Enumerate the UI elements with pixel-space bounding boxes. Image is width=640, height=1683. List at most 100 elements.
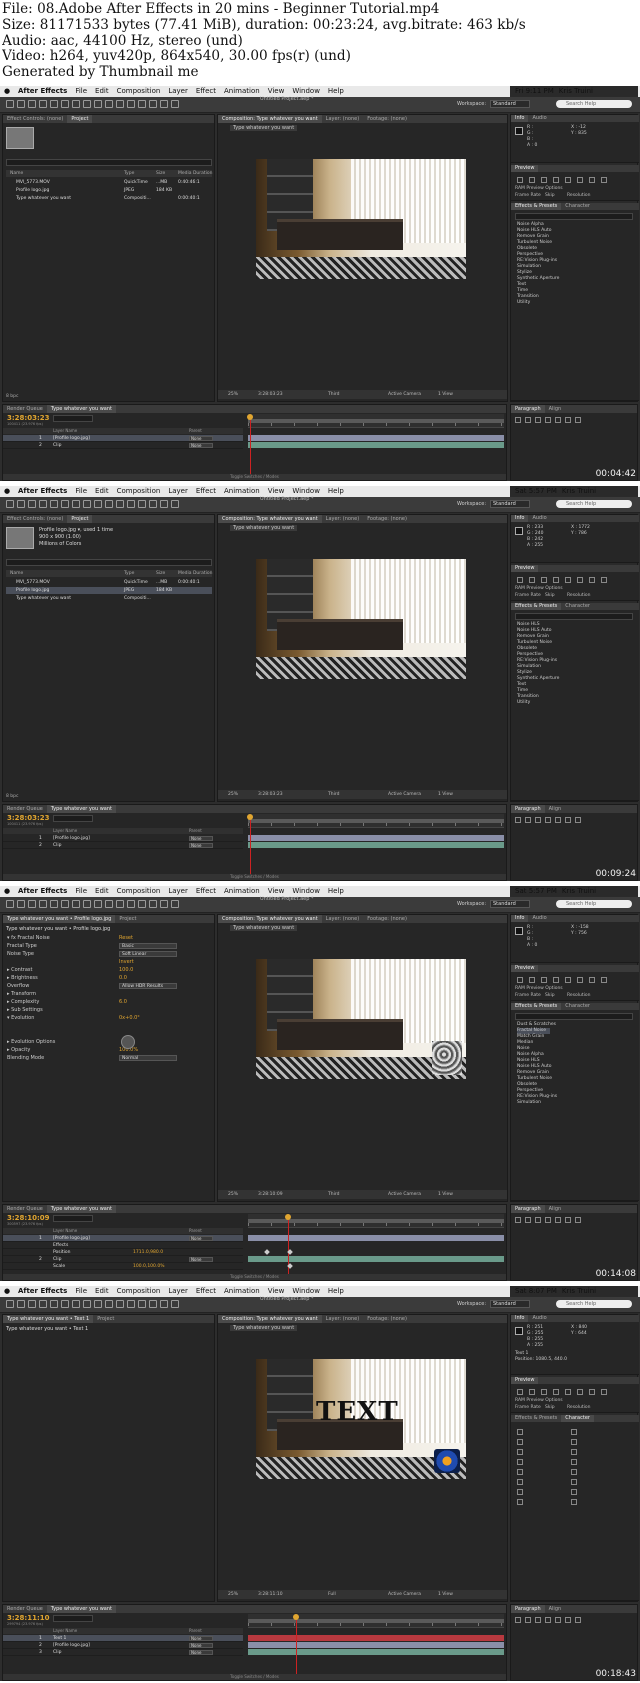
menu-item[interactable]: Edit	[91, 86, 113, 97]
character-control-icon[interactable]	[571, 1459, 577, 1465]
tool-icon[interactable]	[17, 1300, 25, 1308]
user-name[interactable]: Kris Truini	[562, 887, 596, 895]
comp-name-tab[interactable]: Type whatever you want	[230, 925, 298, 931]
layer-duration-bar[interactable]	[248, 1649, 504, 1655]
tool-icon[interactable]	[28, 500, 36, 508]
property-value[interactable]: Invert	[119, 958, 134, 966]
menu-item[interactable]: Help	[324, 886, 348, 897]
menu-item[interactable]: Layer	[164, 1286, 192, 1297]
layer-row[interactable]: 1 [Profile logo.jpg] None	[3, 435, 243, 442]
column-header[interactable]: Media Duration	[178, 170, 213, 177]
tool-icon[interactable]	[160, 1300, 168, 1308]
tool-icon[interactable]	[94, 900, 102, 908]
tool-icon[interactable]	[72, 500, 80, 508]
tool-icon[interactable]	[105, 100, 113, 108]
character-control-icon[interactable]	[517, 1439, 523, 1445]
column-layer-name[interactable]: Layer Name	[53, 1228, 77, 1234]
layer-row[interactable]: 2 Clip None	[3, 442, 243, 449]
playback-control-icon[interactable]	[541, 177, 547, 183]
project-item[interactable]: Profile logo.jpg JPEG 184 KB	[6, 587, 212, 594]
zoom-select[interactable]: 25%	[228, 390, 238, 399]
layer-duration-bar[interactable]	[248, 442, 504, 448]
tool-icon[interactable]	[94, 100, 102, 108]
resolution-select[interactable]: Third	[328, 1190, 339, 1199]
menu-item[interactable]: After Effects	[14, 86, 71, 97]
comp-name-tab[interactable]: Type whatever you want	[230, 525, 298, 531]
column-header[interactable]: Size	[156, 570, 165, 577]
tab-layer[interactable]: Layer: (none)	[322, 515, 364, 523]
tool-icon[interactable]	[39, 900, 47, 908]
paragraph-align-icon[interactable]	[525, 817, 531, 823]
tab-preview[interactable]: Preview	[511, 165, 539, 172]
paragraph-align-icon[interactable]	[545, 817, 551, 823]
menu-item[interactable]: File	[71, 486, 91, 497]
current-time-display[interactable]: 3:28:10:09	[258, 1190, 283, 1199]
tab-audio[interactable]: Audio	[528, 515, 550, 522]
tool-icon[interactable]	[83, 1300, 91, 1308]
effect-item[interactable]: Utility	[517, 300, 530, 306]
paragraph-align-icon[interactable]	[565, 1617, 571, 1623]
menu-item[interactable]: Edit	[91, 1286, 113, 1297]
tool-icon[interactable]	[50, 100, 58, 108]
user-name[interactable]: Kris Truini	[562, 487, 596, 495]
layer-duration-bar[interactable]	[248, 1642, 504, 1648]
playback-control-icon[interactable]	[589, 1389, 595, 1395]
paragraph-align-icon[interactable]	[525, 1617, 531, 1623]
playback-control-icon[interactable]	[565, 177, 571, 183]
project-item[interactable]: Type whatever you want Compositi...	[6, 595, 212, 602]
tool-icon[interactable]	[105, 1300, 113, 1308]
paragraph-align-icon[interactable]	[545, 417, 551, 423]
current-time-display[interactable]: 3:28:11:10	[258, 1590, 283, 1599]
tab-layer[interactable]: Layer: (none)	[322, 1315, 364, 1323]
playback-control-icon[interactable]	[577, 177, 583, 183]
layer-duration-bar[interactable]	[248, 1235, 504, 1241]
tool-icon[interactable]	[83, 500, 91, 508]
tool-icon[interactable]	[160, 900, 168, 908]
playback-control-icon[interactable]	[589, 577, 595, 583]
property-dropdown[interactable]: Normal	[119, 1055, 177, 1061]
property-value[interactable]: 0x+0.0°	[119, 1014, 140, 1022]
tool-icon[interactable]	[127, 900, 135, 908]
playback-control-icon[interactable]	[553, 977, 559, 983]
property-value[interactable]: 0.0	[119, 974, 127, 982]
timeline-search-input[interactable]	[53, 1615, 93, 1622]
tool-icon[interactable]	[171, 900, 179, 908]
workspace-select[interactable]: Standard	[490, 500, 530, 508]
tool-icon[interactable]	[72, 900, 80, 908]
tool-icon[interactable]	[160, 500, 168, 508]
playback-control-icon[interactable]	[517, 977, 523, 983]
tool-icon[interactable]	[6, 900, 14, 908]
effect-property[interactable]: Fractal Type Basic	[7, 942, 207, 950]
timeline-search-input[interactable]	[53, 1215, 93, 1222]
tab-project[interactable]: Project	[67, 515, 93, 523]
playback-control-icon[interactable]	[541, 1389, 547, 1395]
playback-control-icon[interactable]	[529, 577, 535, 583]
tool-icon[interactable]	[50, 1300, 58, 1308]
character-control-icon[interactable]	[517, 1449, 523, 1455]
search-help-input[interactable]: Search Help	[556, 500, 632, 508]
menu-item[interactable]: Help	[324, 86, 348, 97]
tab-footage[interactable]: Footage: (none)	[363, 115, 411, 123]
tool-icon[interactable]	[39, 100, 47, 108]
tool-icon[interactable]	[160, 100, 168, 108]
project-item[interactable]: MVI_5773.MOV QuickTime ...MB 0:40:46:1	[6, 179, 212, 186]
tab-info[interactable]: Info	[511, 515, 529, 522]
layer-row[interactable]: 2 [Profile logo.jpg] None	[3, 1642, 243, 1649]
resolution-select[interactable]: Third	[328, 790, 339, 799]
tool-icon[interactable]	[171, 500, 179, 508]
tool-icon[interactable]	[127, 1300, 135, 1308]
character-control-icon[interactable]	[571, 1489, 577, 1495]
tab-effects-presets[interactable]: Effects & Presets	[511, 203, 562, 210]
character-control-icon[interactable]	[517, 1499, 523, 1505]
tool-icon[interactable]	[83, 100, 91, 108]
character-control-icon[interactable]	[571, 1499, 577, 1505]
playback-control-icon[interactable]	[553, 577, 559, 583]
view-layout-select[interactable]: 1 View	[438, 1590, 453, 1599]
tab-paragraph[interactable]: Paragraph	[511, 1605, 545, 1613]
effect-property[interactable]: ▸ Contrast 100.0	[7, 966, 207, 974]
playback-control-icon[interactable]	[601, 1389, 607, 1395]
tool-icon[interactable]	[105, 500, 113, 508]
property-value[interactable]: 100.0	[119, 966, 133, 974]
effect-property[interactable]: ▸ Transform	[7, 990, 207, 998]
property-dropdown[interactable]: Soft Linear	[119, 951, 177, 957]
